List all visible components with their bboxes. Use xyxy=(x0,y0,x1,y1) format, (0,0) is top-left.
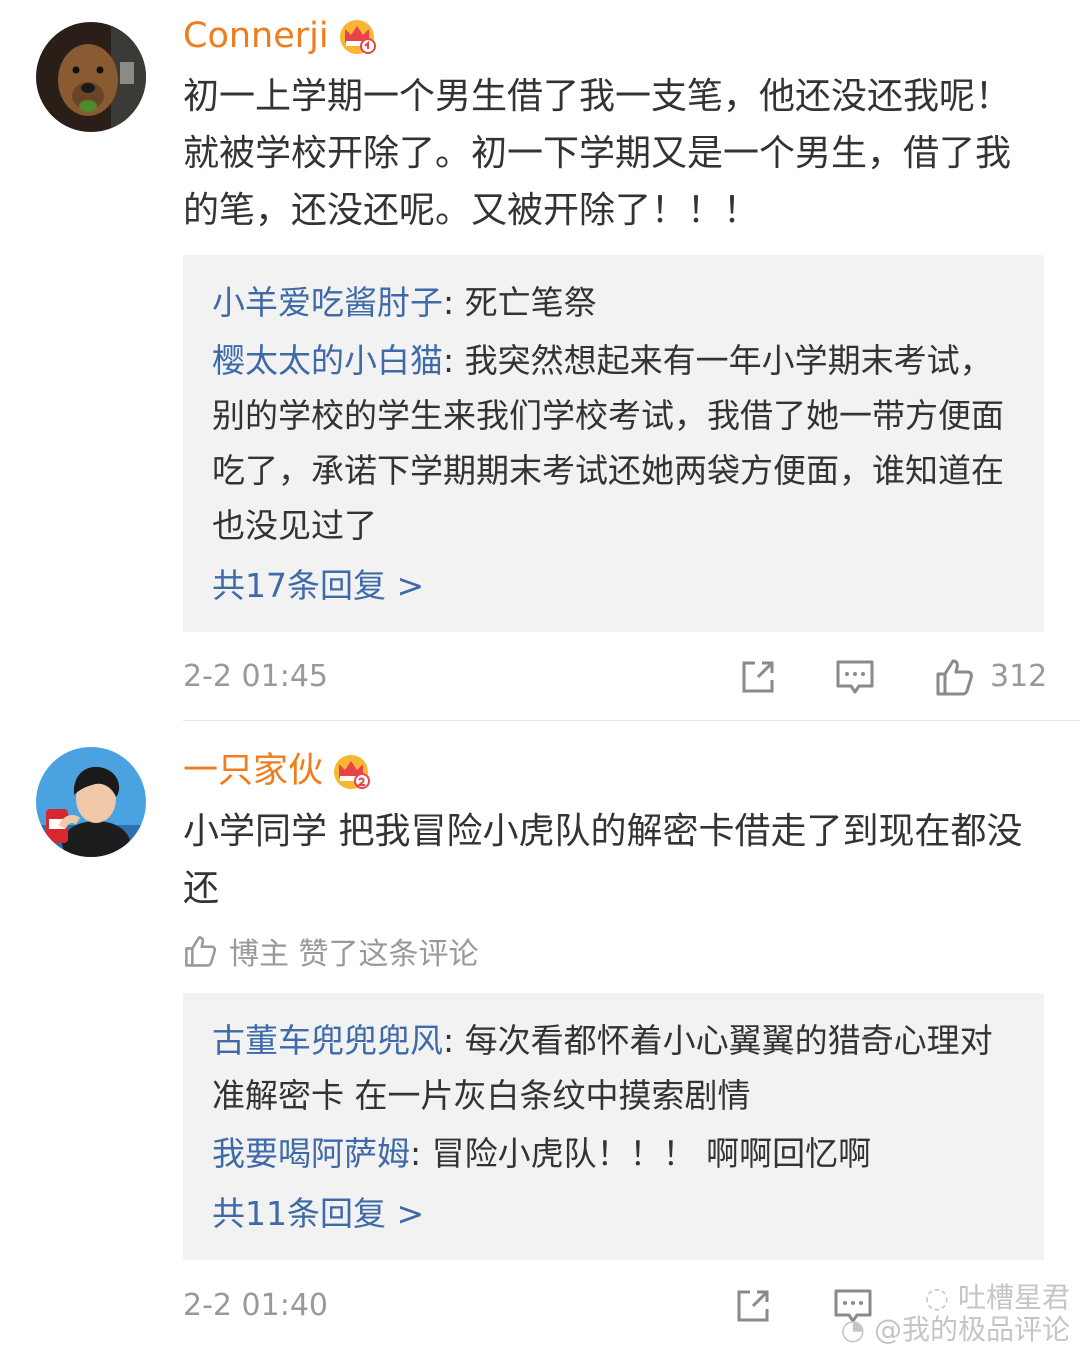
anime-avatar-icon xyxy=(36,747,146,857)
reply-button[interactable] xyxy=(835,657,875,697)
reply-box[interactable]: 小羊爱吃酱肘子: 死亡笔祭 樱太太的小白猫: 我突然想起来有一年小学期末考试，别… xyxy=(183,255,1044,632)
reply-item[interactable]: 我要喝阿萨姆: 冒险小虎队！！！ 啊啊回忆啊 xyxy=(212,1126,1016,1181)
weibo-icon: ◔ xyxy=(840,1313,874,1346)
reply-item[interactable]: 古董车兜兜兜风: 每次看都怀着小心翼翼的猎奇心理对准解密卡 在一片灰白条纹中摸索… xyxy=(212,1013,1016,1123)
dog-avatar-icon xyxy=(36,22,146,132)
timestamp: 2-2 01:40 xyxy=(183,1288,328,1323)
share-icon xyxy=(742,661,774,693)
avatar[interactable] xyxy=(36,747,146,857)
reply-author[interactable]: 古董车兜兜兜风 xyxy=(212,1021,443,1060)
timestamp: 2-2 01:45 xyxy=(183,659,328,694)
avatar[interactable] xyxy=(36,22,146,132)
username[interactable]: Connerji xyxy=(183,14,329,58)
share-button[interactable] xyxy=(733,1286,773,1326)
comment-text: 初一上学期一个男生借了我一支笔，他还没还我呢！就被学校开除了。初一下学期又是一个… xyxy=(183,76,1012,231)
username[interactable]: 一只家伙 xyxy=(183,749,323,793)
comment-text: 小学同学 把我冒险小虎队的解密卡借走了到现在都没还 xyxy=(183,811,1023,909)
watermark-text: 吐槽星君 xyxy=(957,1281,1070,1314)
reply-text: : 死亡笔祭 xyxy=(443,283,597,322)
reply-author[interactable]: 小羊爱吃酱肘子 xyxy=(212,283,443,322)
crown-icon[interactable] xyxy=(331,751,371,791)
like-button[interactable] xyxy=(934,657,974,697)
more-replies-link[interactable]: 共11条回复 > xyxy=(212,1185,1016,1243)
watermark-line: ◌ 吐槽星君 xyxy=(841,1282,1070,1314)
comment-item: Connerji 初一上学期一个男生借了我一支笔，他还没还我呢！就被学校开除了。… xyxy=(0,0,1080,720)
thumbs-up-icon xyxy=(936,659,973,696)
watermark-line: ◔ @我的极品评论 xyxy=(841,1314,1070,1346)
comment-item: 一只家伙 小学同学 把我冒险小虎队的解密卡借走了到现在都没还 博主 赞了这条评论… xyxy=(0,721,1080,1350)
comment-meta: 2-2 01:45 312 xyxy=(183,652,1047,702)
wechat-icon: ◌ xyxy=(924,1281,958,1314)
comment-icon xyxy=(836,660,874,694)
share-icon xyxy=(737,1290,769,1322)
reply-item[interactable]: 樱太太的小白猫: 我突然想起来有一年小学期末考试，别的学校的学生来我们学校考试，… xyxy=(212,333,1016,553)
like-count: 312 xyxy=(990,659,1048,694)
author-liked-text: 博主 赞了这条评论 xyxy=(229,937,479,972)
share-button[interactable] xyxy=(738,657,778,697)
reply-item[interactable]: 小羊爱吃酱肘子: 死亡笔祭 xyxy=(212,275,1016,330)
reply-text: : 冒险小虎队！！！ 啊啊回忆啊 xyxy=(410,1134,872,1173)
crown-icon[interactable] xyxy=(337,16,377,56)
thumbs-up-icon xyxy=(185,936,217,967)
author-liked-row: 博主 赞了这条评论 xyxy=(183,929,479,973)
watermark-text: @我的极品评论 xyxy=(873,1313,1070,1346)
reply-author[interactable]: 我要喝阿萨姆 xyxy=(212,1134,410,1173)
watermark: ◌ 吐槽星君 ◔ @我的极品评论 xyxy=(841,1282,1070,1346)
reply-box[interactable]: 古董车兜兜兜风: 每次看都怀着小心翼翼的猎奇心理对准解密卡 在一片灰白条纹中摸索… xyxy=(183,993,1044,1260)
more-replies-link[interactable]: 共17条回复 > xyxy=(212,557,1016,615)
reply-author[interactable]: 樱太太的小白猫 xyxy=(212,341,443,380)
